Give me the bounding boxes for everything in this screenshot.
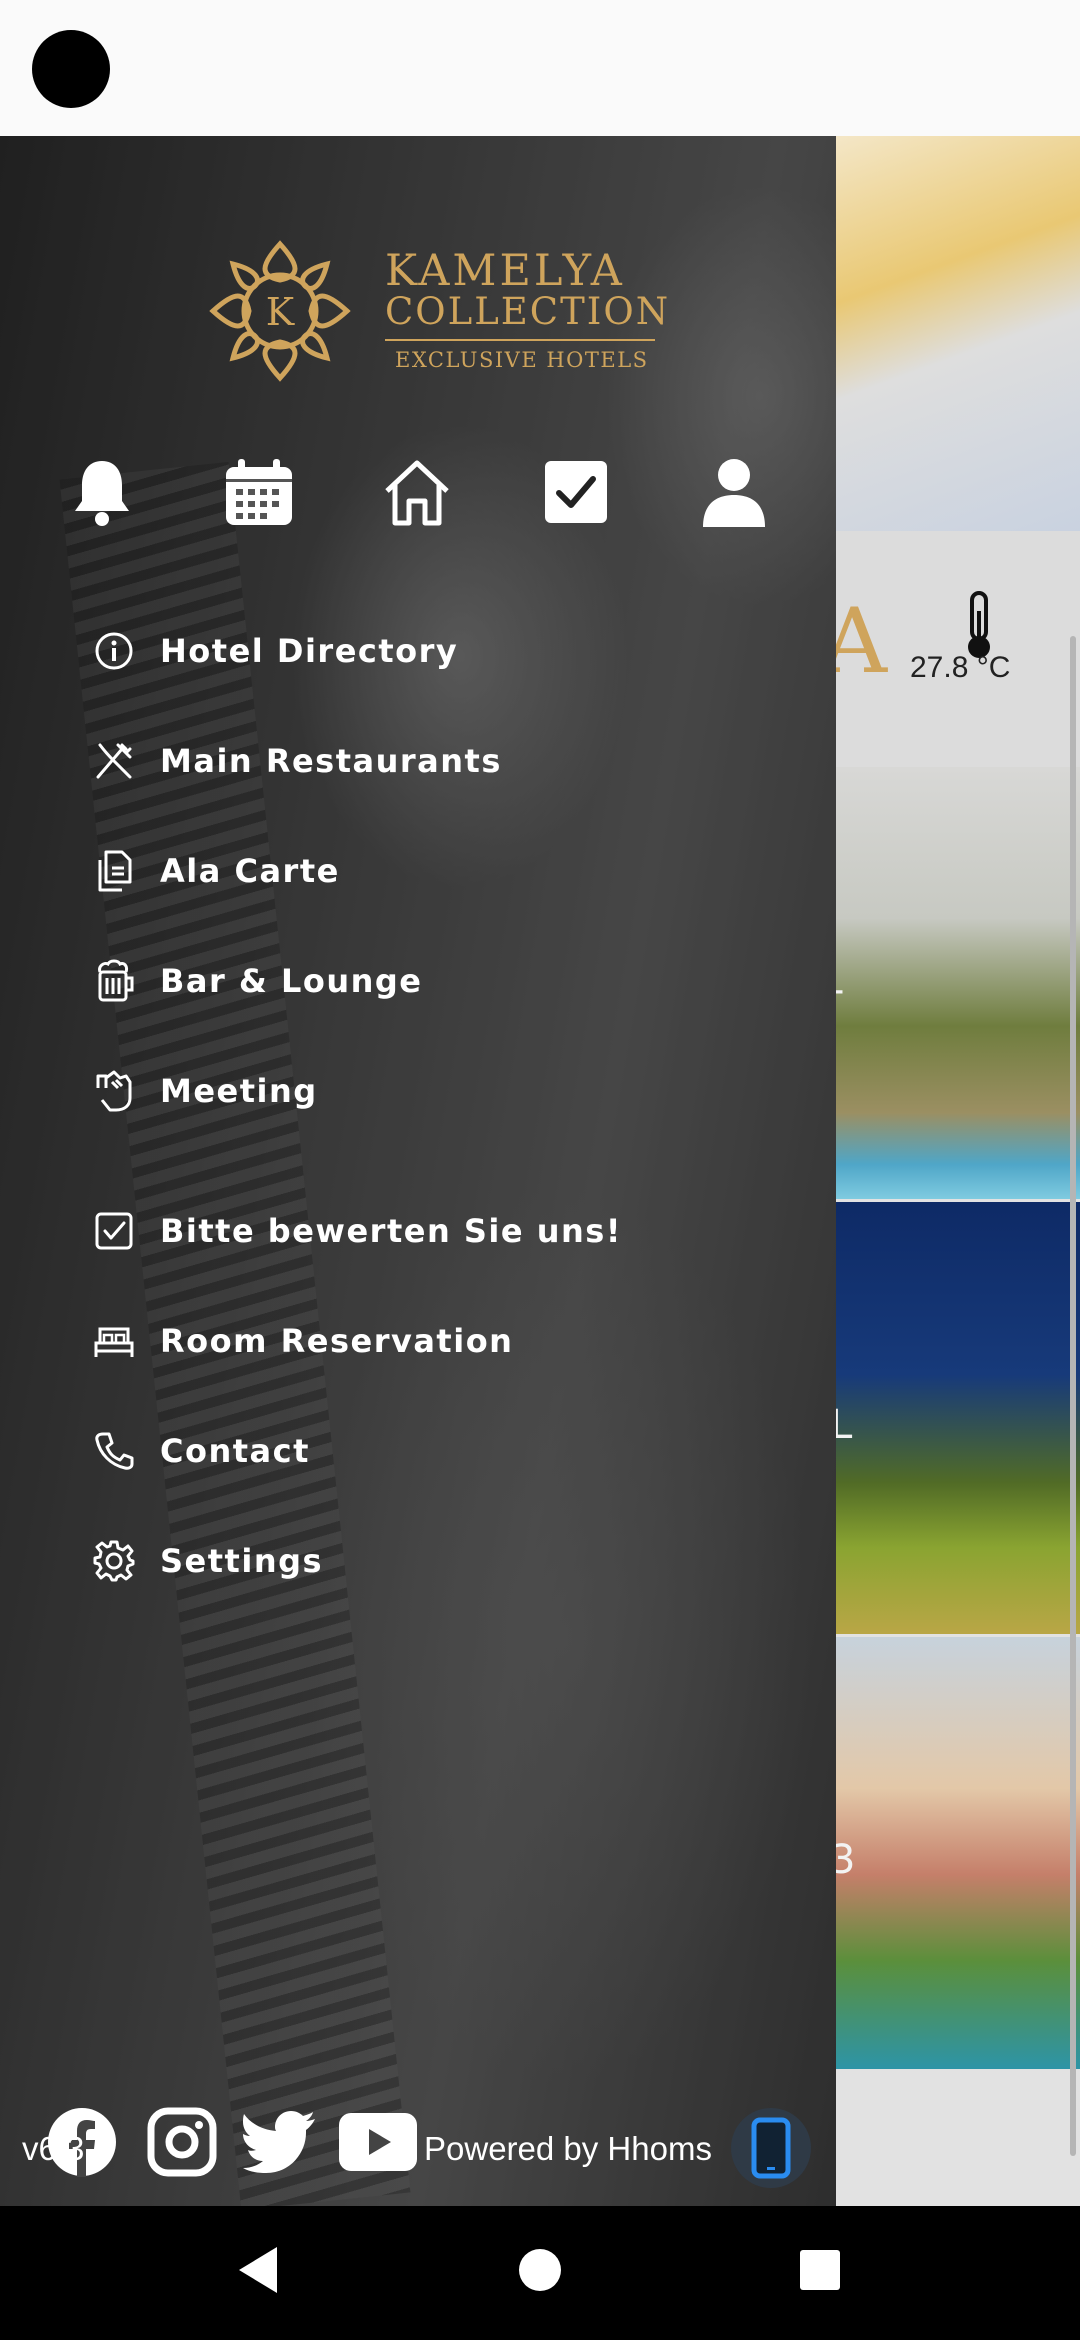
back-button[interactable] <box>218 2230 298 2310</box>
logo-divider <box>385 339 655 341</box>
instagram-button[interactable] <box>142 2102 222 2182</box>
youtube-icon <box>339 2113 417 2171</box>
tasks-button[interactable] <box>536 452 616 532</box>
logo-title: KAMELYA <box>385 246 625 296</box>
temperature-text: 27.8 °C <box>910 651 1011 684</box>
user-icon <box>703 459 765 527</box>
menu-item-bar-lounge[interactable]: Bar & Lounge <box>88 946 768 1016</box>
navigation-drawer: K KAMELYA COLLECTION EXCLUSIVE HOTELS Ho… <box>0 136 836 2206</box>
menu-item-label: Contact <box>160 1432 310 1470</box>
checkbox-icon <box>88 1205 140 1257</box>
menu-item-contact[interactable]: Contact <box>88 1416 768 1486</box>
camera-cutout <box>32 30 110 108</box>
menu-item-label: Bar & Lounge <box>160 962 423 1000</box>
menu-item-label: Room Reservation <box>160 1322 514 1360</box>
powered-by-text[interactable]: Powered by Hhoms <box>424 2130 712 2168</box>
recents-button[interactable] <box>780 2230 860 2310</box>
checkbox-icon <box>545 461 607 523</box>
youtube-button[interactable] <box>338 2102 418 2182</box>
menu-item-label: Meeting <box>160 1072 318 1110</box>
hhoms-phone-icon[interactable] <box>731 2108 811 2188</box>
system-nav-bar <box>0 2206 1080 2340</box>
gear-icon <box>88 1535 140 1587</box>
menu-item-ala-carte[interactable]: Ala Carte <box>88 836 768 906</box>
home-icon <box>385 460 449 526</box>
twitter-button[interactable] <box>240 2102 320 2182</box>
calendar-icon <box>226 459 292 525</box>
home-circle-icon <box>519 2249 561 2291</box>
logo-emblem-icon: K <box>209 240 351 382</box>
beer-mug-icon <box>88 955 140 1007</box>
menu-item-label: Main Restaurants <box>160 742 502 780</box>
hotel-logo: K KAMELYA COLLECTION EXCLUSIVE HOTELS <box>205 236 668 396</box>
menu-item-rate-us[interactable]: Bitte bewerten Sie uns! <box>88 1196 768 1266</box>
bg-image-tile[interactable]: - <box>830 767 1080 1199</box>
menu-item-hotel-directory[interactable]: Hotel Directory <box>88 616 768 686</box>
menu-item-label: Settings <box>160 1542 324 1580</box>
weather-widget: A 27.8 °C <box>830 531 1080 767</box>
profile-button[interactable] <box>694 452 774 532</box>
notifications-button[interactable] <box>62 452 142 532</box>
info-icon <box>88 625 140 677</box>
bg-image-tile[interactable]: 3 <box>830 1637 1080 2069</box>
home-nav-button[interactable] <box>500 2230 580 2310</box>
handshake-icon <box>88 1065 140 1117</box>
menu-item-room-reservation[interactable]: Room Reservation <box>88 1306 768 1376</box>
logo-subtitle: COLLECTION <box>385 290 671 333</box>
menu-item-label: Ala Carte <box>160 852 340 890</box>
bed-icon <box>88 1315 140 1367</box>
recents-icon <box>800 2250 840 2290</box>
drawer-overlay <box>0 136 836 2206</box>
menu-item-label: Hotel Directory <box>160 632 459 670</box>
home-button[interactable] <box>377 452 457 532</box>
status-bar <box>0 0 1080 136</box>
bell-icon <box>75 461 129 526</box>
menu-item-settings[interactable]: Settings <box>88 1526 768 1596</box>
menu-item-label: Bitte bewerten Sie uns! <box>160 1212 622 1250</box>
phone-icon <box>88 1425 140 1477</box>
logo-monogram: K <box>266 290 295 334</box>
app-version: v6.3.5 <box>22 2130 112 2167</box>
documents-icon <box>88 845 140 897</box>
twitter-icon <box>243 2111 315 2173</box>
bg-image-tile <box>830 136 1080 531</box>
menu-item-meeting[interactable]: Meeting <box>88 1056 768 1126</box>
fork-knife-icon <box>88 735 140 787</box>
logo-tagline: EXCLUSIVE HOTELS <box>395 348 649 372</box>
partial-logo-letter: A <box>830 589 887 694</box>
instagram-icon <box>147 2107 217 2177</box>
bg-image-tile[interactable]: L <box>830 1202 1080 1634</box>
scrollbar[interactable] <box>1070 636 1076 2156</box>
back-icon <box>239 2247 277 2293</box>
menu-item-main-restaurants[interactable]: Main Restaurants <box>88 726 768 796</box>
calendar-button[interactable] <box>219 452 299 532</box>
